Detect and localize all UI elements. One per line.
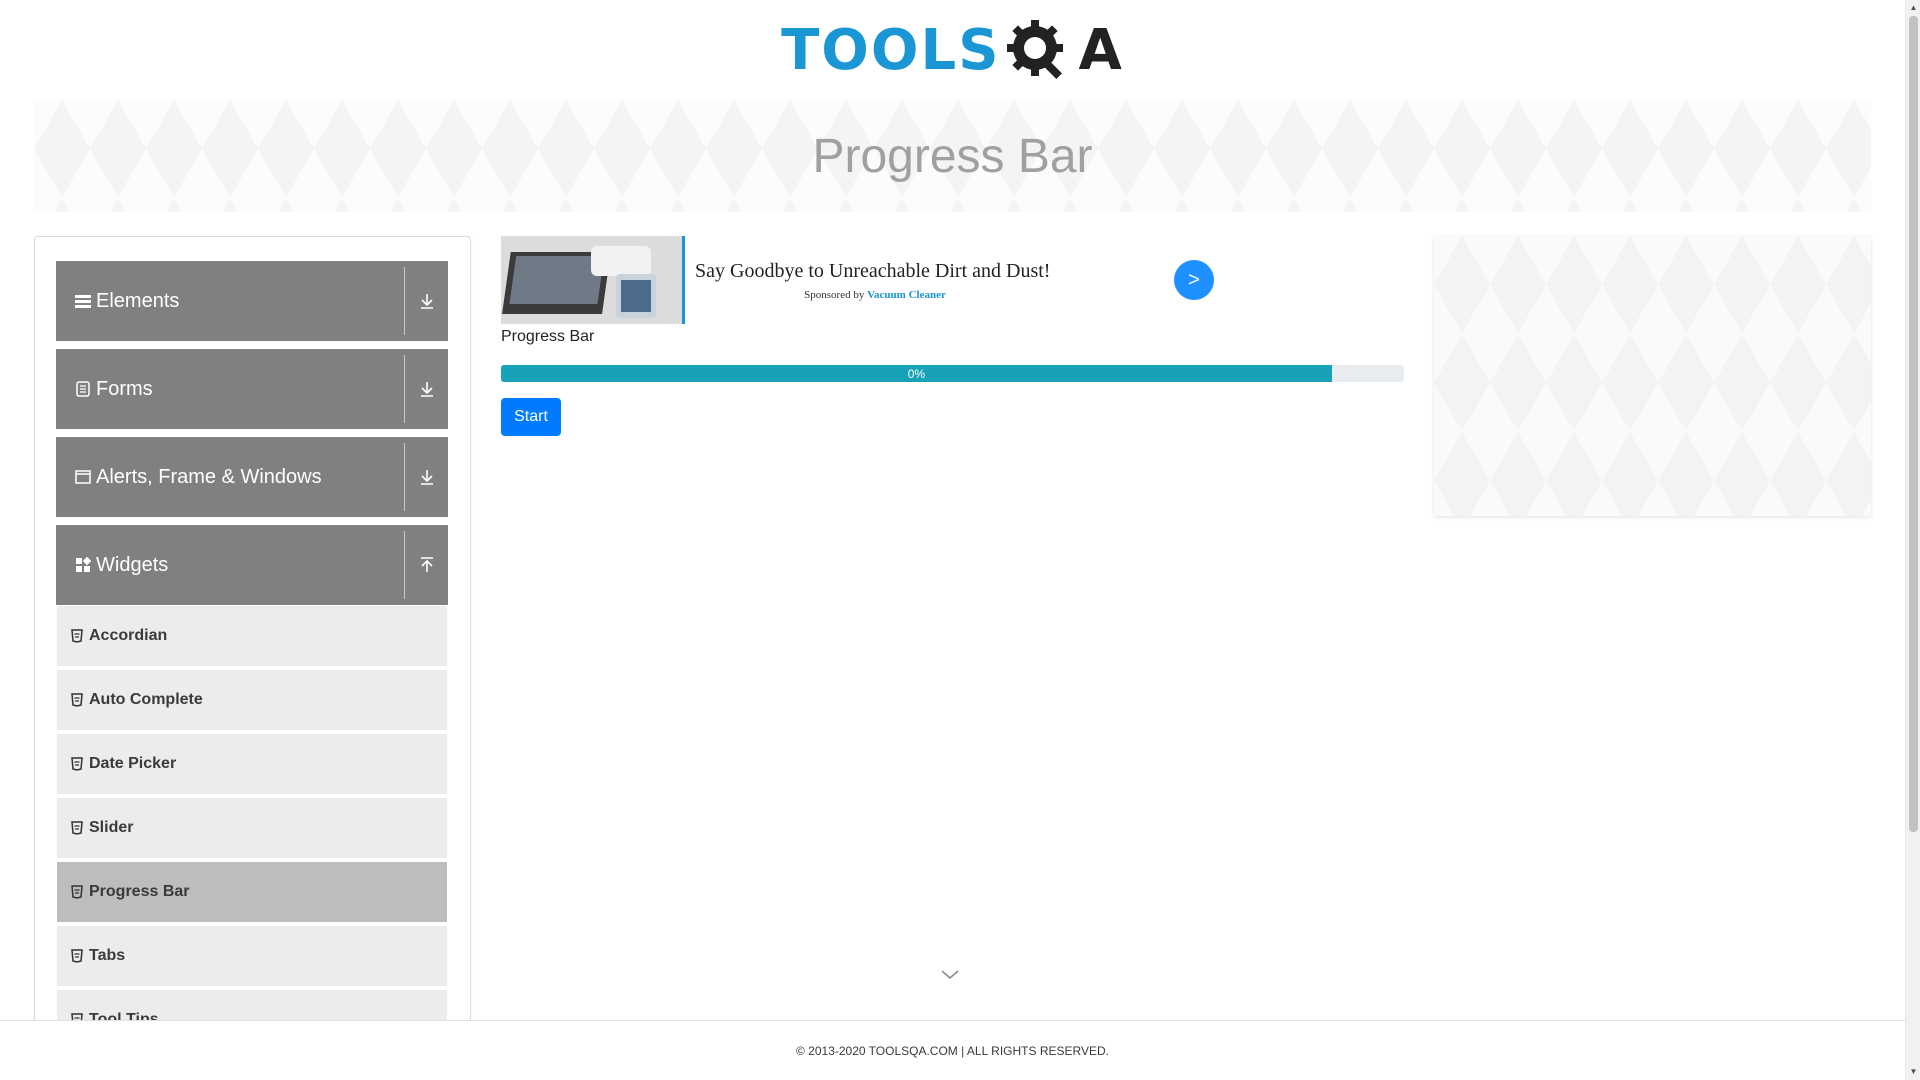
upload-arrow-icon <box>420 557 433 572</box>
sponsored-ad[interactable]: Say Goodbye to Unreachable Dirt and Dust… <box>501 236 1214 324</box>
start-button[interactable]: Start <box>501 398 561 436</box>
sidebar-item-accordian[interactable]: Accordian <box>57 606 447 668</box>
ad-next-button[interactable]: > <box>1174 260 1214 300</box>
sidebar-item-date-picker[interactable]: Date Picker <box>57 734 447 796</box>
chevron-down-icon[interactable] <box>941 970 959 980</box>
widgets-icon <box>74 556 92 574</box>
download-arrow-icon <box>420 294 433 309</box>
scroll-down-icon[interactable]: ▼ <box>1909 1067 1918 1076</box>
ad-sponsor-name[interactable]: Vacuum Cleaner <box>867 289 946 301</box>
sidebar-group-label: Elements <box>96 289 180 312</box>
sidebar-group-widgets[interactable]: Widgets <box>56 525 448 605</box>
sidebar-group-forms[interactable]: Forms <box>56 349 448 429</box>
html5-icon <box>71 757 83 771</box>
ad-title[interactable]: Say Goodbye to Unreachable Dirt and Dust… <box>695 260 1055 283</box>
sidebar-item-auto-complete[interactable]: Auto Complete <box>57 670 447 732</box>
ad-sponsor: Sponsored by Vacuum Cleaner <box>804 288 946 301</box>
expand-toggle[interactable] <box>404 443 448 511</box>
scroll-up-icon[interactable]: ▲ <box>1909 3 1918 12</box>
window-icon <box>74 468 92 486</box>
html5-icon <box>71 821 83 835</box>
ad-image <box>501 236 685 324</box>
gear-q-icon <box>1006 20 1063 79</box>
copyright-text: © 2013-2020 TOOLSQA.COM | ALL RIGHTS RES… <box>796 1043 1109 1058</box>
sidebar-item-progress-bar[interactable]: Progress Bar <box>57 862 447 924</box>
toolsqa-logo[interactable]: TOOLS A <box>781 14 1124 86</box>
html5-icon <box>71 949 83 963</box>
page-banner: Progress Bar <box>34 100 1871 212</box>
logo-text: TOOLS <box>781 17 1001 83</box>
download-arrow-icon <box>420 470 433 485</box>
page-scrollbar[interactable]: ▲ ▼ <box>1905 0 1920 1080</box>
scrollbar-thumb[interactable] <box>1909 16 1918 832</box>
collapse-toggle[interactable] <box>404 531 448 599</box>
footer: © 2013-2020 TOOLSQA.COM | ALL RIGHTS RES… <box>0 1020 1905 1080</box>
sidebar-group-elements[interactable]: Elements <box>56 261 448 341</box>
sidebar-item-tabs[interactable]: Tabs <box>57 926 447 988</box>
html5-icon <box>71 629 83 643</box>
html5-icon <box>71 885 83 899</box>
sidebar-group-alerts[interactable]: Alerts, Frame & Windows <box>56 437 448 517</box>
download-arrow-icon <box>420 382 433 397</box>
ad-placeholder <box>1434 236 1871 516</box>
expand-toggle[interactable] <box>404 267 448 335</box>
logo-suffix: A <box>1078 17 1124 83</box>
progress-bar-label: Progress Bar <box>501 328 595 345</box>
sidebar-group-label: Alerts, Frame & Windows <box>96 465 322 488</box>
sidebar: Elements Forms Alerts, Frame & Windows W… <box>34 236 471 1066</box>
document-icon <box>74 380 92 398</box>
progress-bar-fill: 0% <box>501 365 1332 382</box>
html5-icon <box>71 693 83 707</box>
progress-bar: 0% <box>501 365 1404 382</box>
expand-toggle[interactable] <box>404 355 448 423</box>
sidebar-item-slider[interactable]: Slider <box>57 798 447 860</box>
site-header: TOOLS A <box>0 0 1905 100</box>
sidebar-group-label: Forms <box>96 377 153 400</box>
page-title: Progress Bar <box>812 129 1093 183</box>
hamburger-icon <box>74 292 92 310</box>
sidebar-group-label: Widgets <box>96 553 169 576</box>
